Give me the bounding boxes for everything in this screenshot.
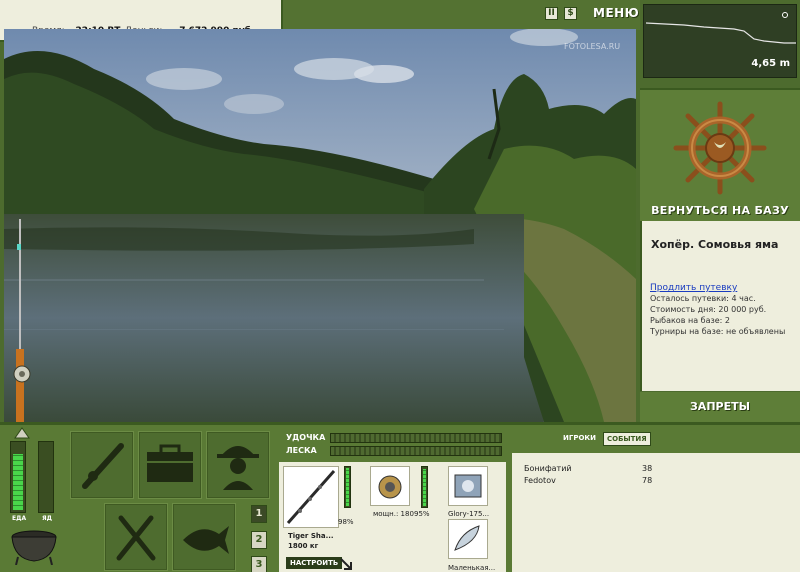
food-meter-fill <box>13 453 23 510</box>
food-meter <box>10 441 26 513</box>
rod-image <box>286 470 336 524</box>
rod-name: Tiger Sha... <box>288 532 334 540</box>
top-controls: II $ МЕНЮ <box>545 6 639 20</box>
fishing-rod-icon <box>82 443 124 489</box>
cauldron-icon[interactable] <box>8 525 60 565</box>
tackle-slots: 98% Tiger Sha... 1800 кг НАСТРОИТЬ мощн.… <box>279 462 506 572</box>
food-label: ЕДА <box>12 515 27 522</box>
lure-name: Маленькая... <box>448 564 496 572</box>
rod-tension-label: УДОЧКА <box>286 433 326 442</box>
line-slot[interactable] <box>448 466 488 506</box>
location-panel: Хопёр. Сомовья яма Продлить путевку Оста… <box>640 221 800 391</box>
poison-label: ЯД <box>42 515 52 522</box>
rod-tension-bar <box>330 433 502 443</box>
rod-slot[interactable] <box>283 466 339 528</box>
river-landscape: FOTOLESA.RU <box>4 29 636 422</box>
return-to-base-button[interactable]: ВЕРНУТЬСЯ НА БАЗУ <box>640 204 800 217</box>
tackle-panel: УДОЧКА ЛЕСКА 98% Tiger Sha... 1800 кг НА… <box>276 422 508 572</box>
rod-wear-fill <box>346 468 349 506</box>
angler-icon <box>217 446 259 490</box>
fish-tile[interactable] <box>172 503 236 571</box>
arrow-down-right-icon[interactable] <box>340 558 352 570</box>
sound-icon[interactable]: $ <box>564 6 577 20</box>
page-button-1[interactable]: 1 <box>251 505 267 523</box>
player-value: 38 <box>642 464 653 473</box>
lure-slot[interactable] <box>448 519 488 559</box>
rods-tile[interactable] <box>70 431 134 499</box>
angler-tile[interactable] <box>206 431 270 499</box>
reel-slot[interactable] <box>370 466 410 506</box>
lure-image <box>454 525 480 551</box>
players-tabs: ИГРОКИ СОБЫТИЯ <box>560 432 651 446</box>
ship-wheel-icon[interactable] <box>670 100 770 196</box>
line-tension-bar <box>330 446 502 456</box>
fish-icon <box>183 526 229 554</box>
reel-info: мощн.: 180 <box>373 510 414 518</box>
reel-wear-meter <box>421 466 428 508</box>
players-list: Бонифатий 38 Fedotov 78 <box>512 453 800 572</box>
food-tile[interactable] <box>104 503 168 571</box>
line-tension-label: ЛЕСКА <box>286 446 317 455</box>
rod-handle <box>16 349 24 422</box>
rod-wear-meter <box>344 466 351 508</box>
player-name: Бонифатий <box>524 464 572 473</box>
inventory-panel: ЕДА ЯД 1 2 3 <box>0 422 276 572</box>
page-button-2[interactable]: 2 <box>251 531 267 549</box>
menu-button[interactable]: МЕНЮ <box>593 6 639 20</box>
depth-value: 4,65 m <box>751 58 790 69</box>
reel-wear-fill <box>423 469 426 506</box>
watermark: FOTOLESA.RU <box>564 42 620 51</box>
fishing-scene[interactable]: FOTOLESA.RU <box>4 29 636 422</box>
triangle-up-icon <box>14 427 30 439</box>
location-title: Хопёр. Сомовья яма <box>651 238 779 251</box>
page-button-3[interactable]: 3 <box>251 556 267 572</box>
player-value: 78 <box>642 476 653 485</box>
player-name: Fedotov <box>524 476 556 485</box>
reel-image <box>378 475 402 499</box>
tab-events[interactable]: СОБЫТИЯ <box>602 432 651 446</box>
permit-remaining: Осталось путевки: 4 час. <box>650 294 756 303</box>
fork-knife-icon <box>116 515 156 561</box>
tackle-box-tile[interactable] <box>138 431 202 499</box>
day-cost: Стоимость дня: 20 000 руб. <box>650 305 767 314</box>
poison-meter <box>38 441 54 513</box>
rod-percent: 98% <box>338 518 354 526</box>
float-marker-icon <box>782 12 788 18</box>
fishing-line-image <box>454 474 482 498</box>
rod-power: 1800 кг <box>288 542 319 550</box>
players-panel: ИГРОКИ СОБЫТИЯ Бонифатий 38 Fedotov 78 <box>508 422 800 572</box>
extend-permit-link[interactable]: Продлить путевку <box>650 283 737 293</box>
tackle-box-icon <box>147 444 193 482</box>
pause-icon[interactable]: II <box>545 6 558 20</box>
setup-button[interactable]: НАСТРОИТЬ <box>286 557 343 569</box>
anglers-count: Рыбаков на базе: 2 <box>650 316 730 325</box>
base-panel: ВЕРНУТЬСЯ НА БАЗУ <box>640 88 800 221</box>
tab-players[interactable]: ИГРОКИ <box>560 432 599 446</box>
line-name: Glory-175... <box>448 510 490 518</box>
tournaments-info: Турниры на базе: не объявлены <box>650 327 786 336</box>
bans-button[interactable]: ЗАПРЕТЫ <box>640 392 800 422</box>
reel-percent: 95% <box>414 510 430 518</box>
list-item[interactable]: Бонифатий 38 <box>524 464 652 473</box>
depth-minimap[interactable]: 4,65 m <box>643 4 797 78</box>
list-item[interactable]: Fedotov 78 <box>524 476 652 485</box>
